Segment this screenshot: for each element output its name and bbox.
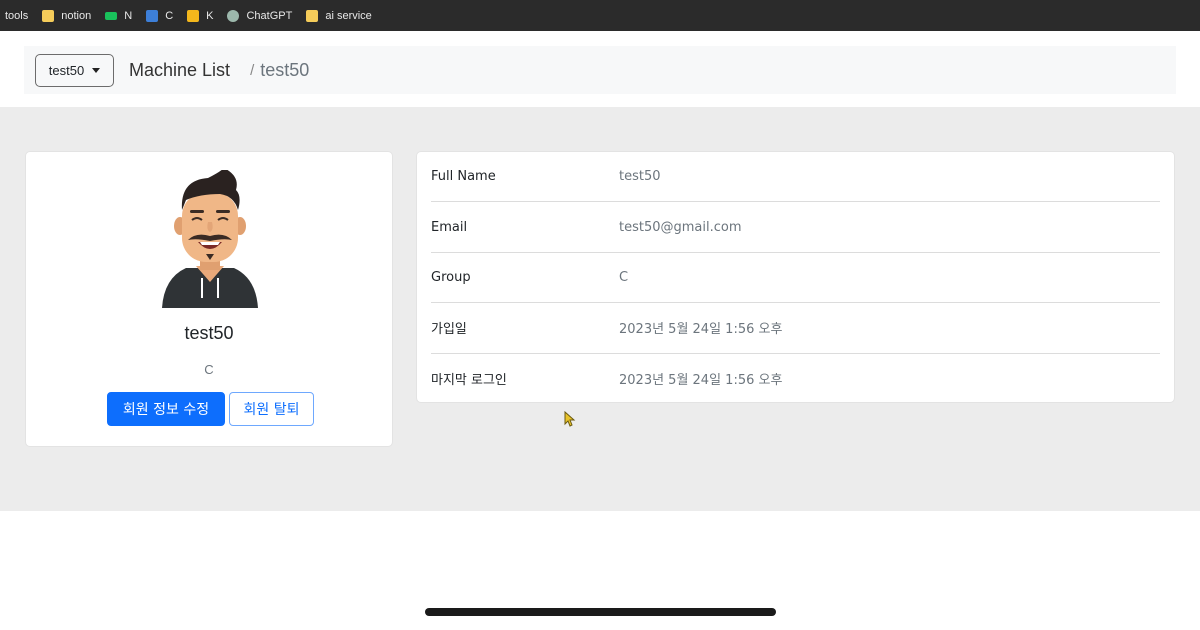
dropdown-value: test50 bbox=[48, 62, 85, 78]
bookmark-chatgpt[interactable]: ChatGPT bbox=[227, 9, 293, 22]
bookmark-label: K bbox=[206, 9, 214, 22]
yellow-site-icon bbox=[187, 9, 200, 22]
info-value: test50 bbox=[619, 169, 661, 185]
mouse-cursor-icon bbox=[564, 411, 576, 427]
info-row-joined: 가입일 2023년 5월 24일 1:56 오후 bbox=[431, 303, 1160, 354]
info-label: Group bbox=[431, 269, 471, 285]
avatar bbox=[162, 170, 258, 308]
breadcrumb-current: test50 bbox=[260, 59, 310, 80]
home-indicator bbox=[425, 608, 776, 616]
main-content: test50 C 회원 정보 수정 회원 탈퇴 Full Name test50… bbox=[0, 107, 1200, 511]
bookmark-label: ai service bbox=[325, 9, 372, 22]
bookmarks-bar: tools notion N C K ChatGPT ai service bbox=[0, 0, 1200, 31]
info-value: C bbox=[619, 269, 629, 285]
bookmark-label: ChatGPT bbox=[246, 9, 293, 22]
edit-profile-button[interactable]: 회원 정보 수정 bbox=[107, 392, 225, 426]
info-row-last-login: 마지막 로그인 2023년 5월 24일 1:56 오후 bbox=[431, 354, 1160, 404]
info-label: 가입일 bbox=[431, 322, 467, 338]
bookmark-label: notion bbox=[61, 9, 92, 22]
bookmark-label: N bbox=[124, 9, 133, 22]
folder-icon bbox=[306, 9, 319, 22]
breadcrumb-machine-list[interactable]: Machine List bbox=[129, 60, 230, 81]
info-value: 2023년 5월 24일 1:56 오후 bbox=[619, 373, 783, 389]
bookmark-notion[interactable]: notion bbox=[42, 9, 92, 22]
info-row-group: Group C bbox=[431, 253, 1160, 304]
user-info-card: Full Name test50 Email test50@gmail.com … bbox=[416, 151, 1175, 403]
profile-group: C bbox=[204, 362, 214, 377]
info-label: 마지막 로그인 bbox=[431, 373, 507, 389]
profile-card: test50 C 회원 정보 수정 회원 탈퇴 bbox=[25, 151, 393, 447]
bookmark-tools[interactable]: tools bbox=[5, 10, 28, 22]
folder-icon bbox=[42, 9, 55, 22]
machine-dropdown[interactable]: test50 bbox=[35, 53, 114, 87]
bookmark-label: tools bbox=[5, 9, 29, 22]
bookmark-ai-service[interactable]: ai service bbox=[306, 9, 372, 22]
info-row-email: Email test50@gmail.com bbox=[431, 202, 1160, 253]
bookmark-c[interactable]: C bbox=[146, 9, 174, 22]
withdraw-button[interactable]: 회원 탈퇴 bbox=[229, 392, 314, 426]
green-site-icon bbox=[105, 11, 118, 20]
breadcrumb: test50 Machine List / test50 bbox=[24, 46, 1176, 94]
info-value: 2023년 5월 24일 1:56 오후 bbox=[619, 322, 783, 338]
profile-name: test50 bbox=[184, 323, 234, 343]
info-label: Email bbox=[431, 219, 468, 235]
info-row-full-name: Full Name test50 bbox=[431, 152, 1160, 203]
info-label: Full Name bbox=[431, 169, 496, 185]
calendar-icon bbox=[146, 9, 159, 22]
bookmark-k[interactable]: K bbox=[187, 9, 214, 22]
caret-down-icon bbox=[92, 67, 101, 73]
bookmark-label: C bbox=[165, 9, 174, 22]
bookmark-n[interactable]: N bbox=[105, 10, 132, 22]
breadcrumb-separator: / bbox=[250, 61, 255, 79]
info-value: test50@gmail.com bbox=[619, 219, 742, 235]
chatgpt-icon bbox=[227, 9, 240, 22]
